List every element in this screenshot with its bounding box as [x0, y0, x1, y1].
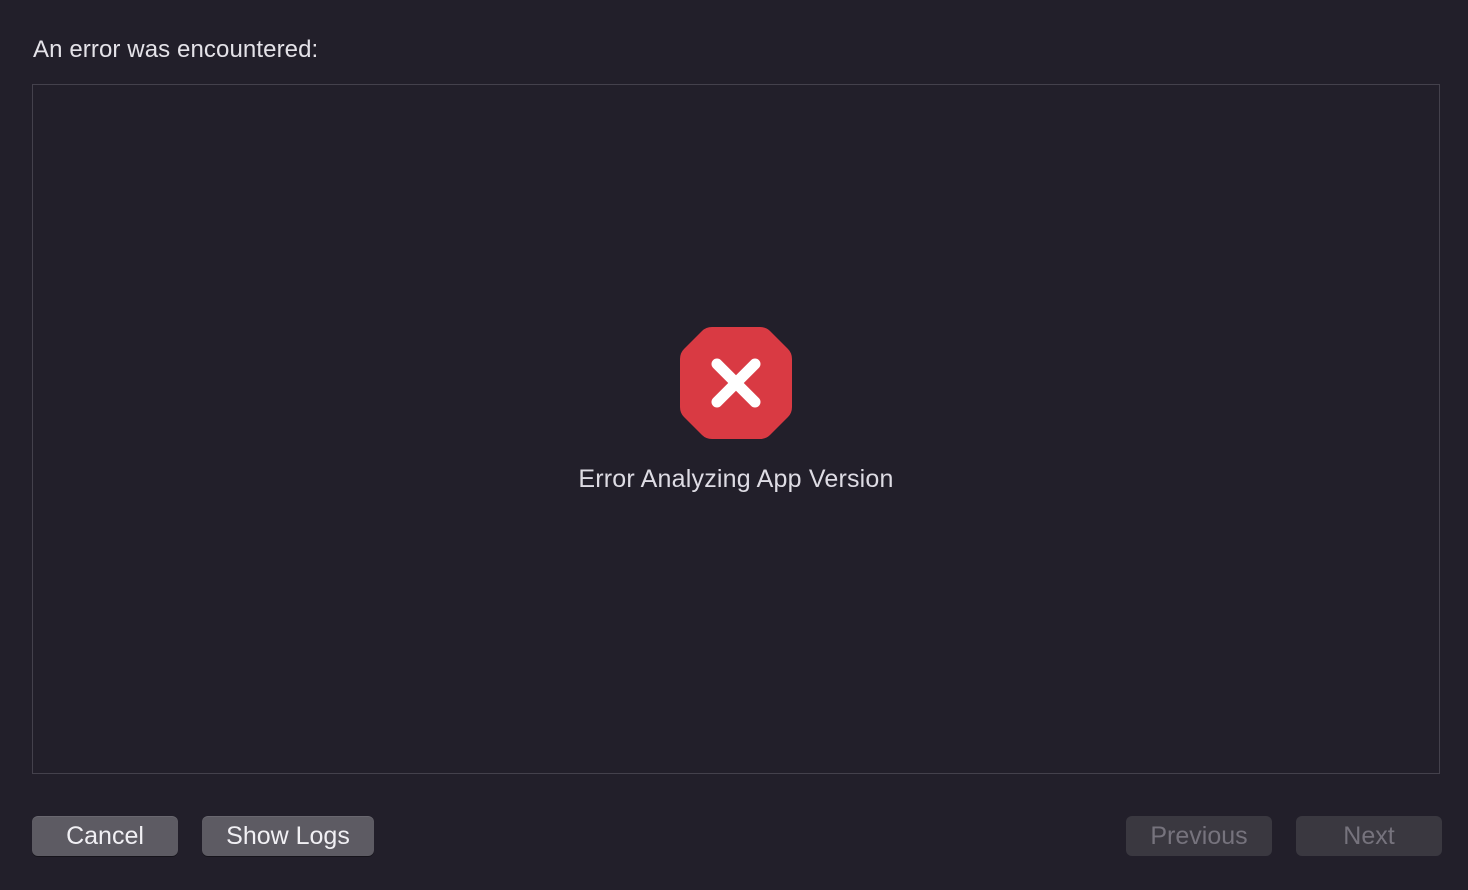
next-button[interactable]: Next: [1296, 816, 1442, 856]
error-octagon-icon: [680, 327, 792, 439]
show-logs-button[interactable]: Show Logs: [202, 816, 374, 856]
error-message: Error Analyzing App Version: [578, 465, 894, 493]
dialog-heading: An error was encountered:: [33, 36, 319, 63]
error-dialog: An error was encountered: Error Analyzin…: [0, 0, 1468, 890]
error-status: Error Analyzing App Version: [33, 325, 1439, 494]
content-panel: Error Analyzing App Version: [32, 84, 1440, 774]
previous-button[interactable]: Previous: [1126, 816, 1272, 856]
cancel-button[interactable]: Cancel: [32, 816, 178, 856]
